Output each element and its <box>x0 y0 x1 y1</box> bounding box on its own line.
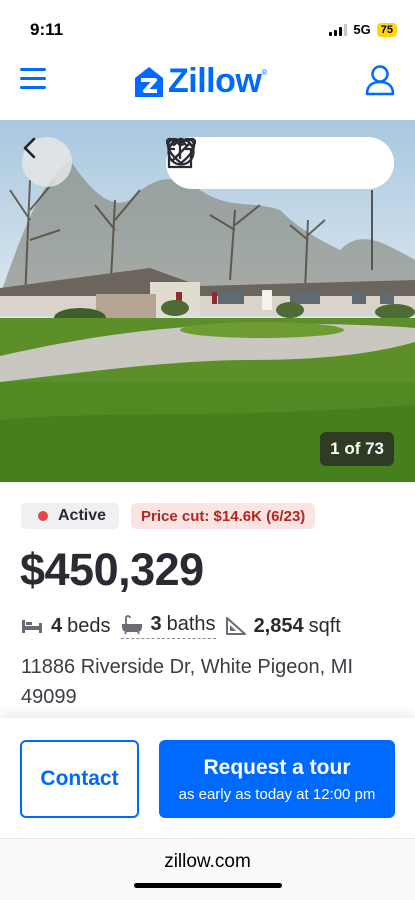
status-dot-icon <box>38 511 48 521</box>
bath-icon <box>121 614 142 634</box>
cta-bar: Contact Request a tour as early as today… <box>0 718 415 838</box>
listing-photo[interactable]: 1 of 73 <box>0 120 415 482</box>
listing-price: $450,329 <box>20 544 204 595</box>
sqft-icon <box>225 617 246 635</box>
url-text: zillow.com <box>164 851 251 872</box>
status-time: 9:11 <box>30 20 64 39</box>
sqft-fact: 2,854 sqft <box>225 614 341 638</box>
hide-button[interactable] <box>167 138 323 180</box>
menu-icon[interactable] <box>20 68 46 90</box>
beds-value: 4 <box>51 614 63 637</box>
request-tour-sublabel: as early as today at 12:00 pm <box>178 785 376 803</box>
app-header: Zillow ® <box>0 58 415 120</box>
status-label: Active <box>58 507 107 524</box>
photo-counter: 1 of 73 <box>320 432 394 466</box>
logo-text: Zillow <box>168 62 262 100</box>
contact-button[interactable]: Contact <box>20 740 139 818</box>
status-badge: Active <box>21 503 120 529</box>
status-bar: 9:11 5G 75 <box>0 0 415 58</box>
browser-url-bar[interactable]: zillow.com <box>0 838 415 900</box>
listing-actions <box>166 137 394 189</box>
sqft-label: sqft <box>308 614 341 637</box>
beds-fact: 4 beds <box>21 615 111 638</box>
network-type: 5G <box>353 22 371 37</box>
listing-badges: Active Price cut: $14.6K (6/23) <box>21 503 316 529</box>
account-icon[interactable] <box>365 64 395 96</box>
signal-icon <box>329 23 348 36</box>
listing-address: 11886 Riverside Dr, White Pigeon, MI 490… <box>21 656 354 708</box>
logo-registered-mark: ® <box>261 68 268 77</box>
bed-icon <box>22 620 42 633</box>
back-button[interactable] <box>22 137 72 187</box>
sqft-value: 2,854 <box>253 614 304 637</box>
zillow-logo[interactable]: Zillow ® <box>133 62 267 101</box>
chevron-left-icon <box>23 137 36 159</box>
more-button[interactable] <box>166 137 375 180</box>
baths-value: 3 <box>150 613 162 635</box>
zillow-logo-icon <box>135 66 163 97</box>
battery-icon: 75 <box>376 22 397 37</box>
beds-label: beds <box>67 614 111 637</box>
request-tour-button[interactable]: Request a tour as early as today at 12:0… <box>159 740 395 818</box>
home-facts: 4 beds 3 baths 2,854 sqft <box>21 613 351 639</box>
request-tour-label: Request a tour <box>203 755 351 779</box>
price-cut-badge: Price cut: $14.6K (6/23) <box>131 503 316 529</box>
baths-fact[interactable]: 3 baths <box>120 613 216 639</box>
baths-label: baths <box>166 613 216 635</box>
status-indicators: 5G 75 <box>329 22 397 37</box>
home-indicator[interactable] <box>134 883 282 888</box>
more-icon <box>166 137 196 147</box>
share-button[interactable] <box>167 137 271 180</box>
